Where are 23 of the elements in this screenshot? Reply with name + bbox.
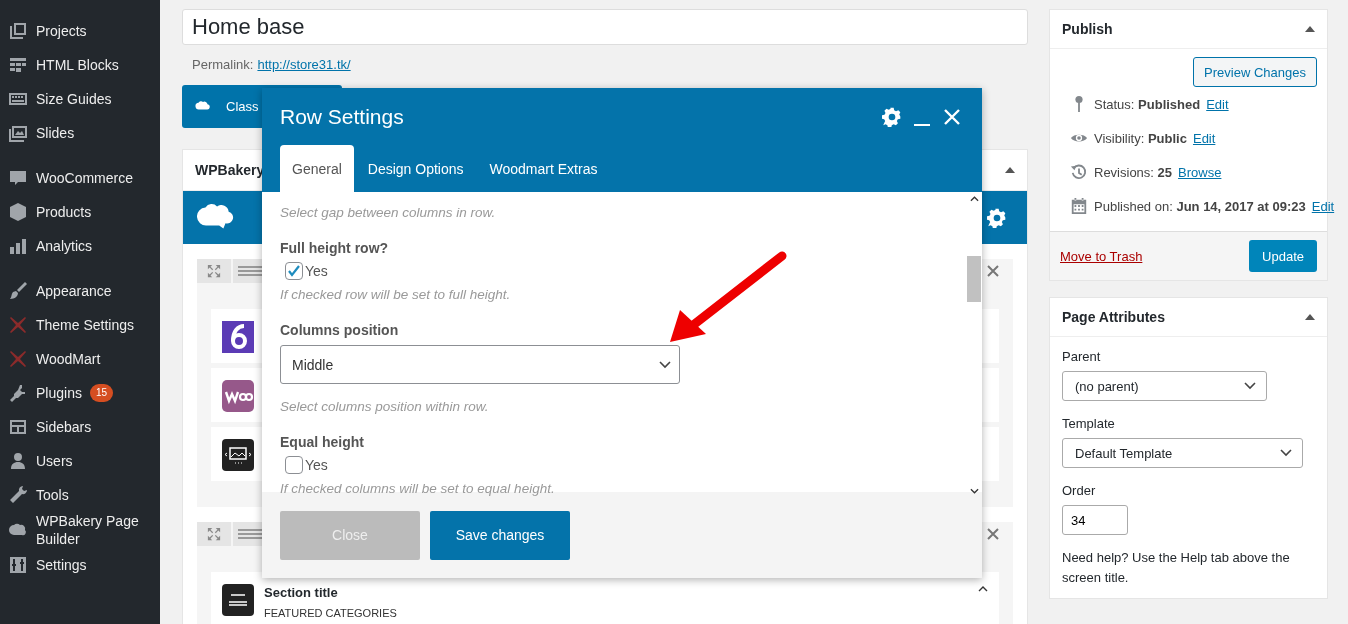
field-label: Full height row?: [280, 239, 389, 257]
permalink-label: Permalink:: [192, 57, 254, 72]
dialog-title: Row Settings: [280, 104, 405, 129]
box-title: Publish: [1062, 21, 1113, 37]
field-label: Columns position: [280, 321, 399, 339]
field-label: Equal height: [280, 433, 364, 451]
element-subtitle: FEATURED CATEGORIES: [264, 606, 398, 620]
publish-info: Revisions: 25: [1094, 164, 1173, 180]
field-label: Template: [1062, 416, 1115, 431]
field-hint: If checked columns will be set to equal height.: [280, 480, 555, 498]
count-badge: 15: [89, 384, 114, 402]
field-label: Parent: [1062, 349, 1101, 364]
field-hint: Select columns position within row.: [280, 398, 489, 416]
field-hint: Select gap between columns in row.: [280, 204, 496, 222]
publish-info: Visibility: Public: [1094, 130, 1187, 146]
panel-title: WPBakery: [195, 162, 265, 178]
element-title: Section title: [264, 584, 339, 602]
publish-info: Status: Published: [1094, 96, 1201, 112]
help-text: Need help? Use the Help tab above the screen title.: [1062, 549, 1291, 587]
field-label: Order: [1062, 483, 1096, 498]
publish-info: Published on: Jun 14, 2017 at 09:23: [1094, 198, 1306, 214]
box-title: Page Attributes: [1062, 309, 1165, 325]
field-hint: If checked row will be set to full height.: [280, 286, 511, 304]
